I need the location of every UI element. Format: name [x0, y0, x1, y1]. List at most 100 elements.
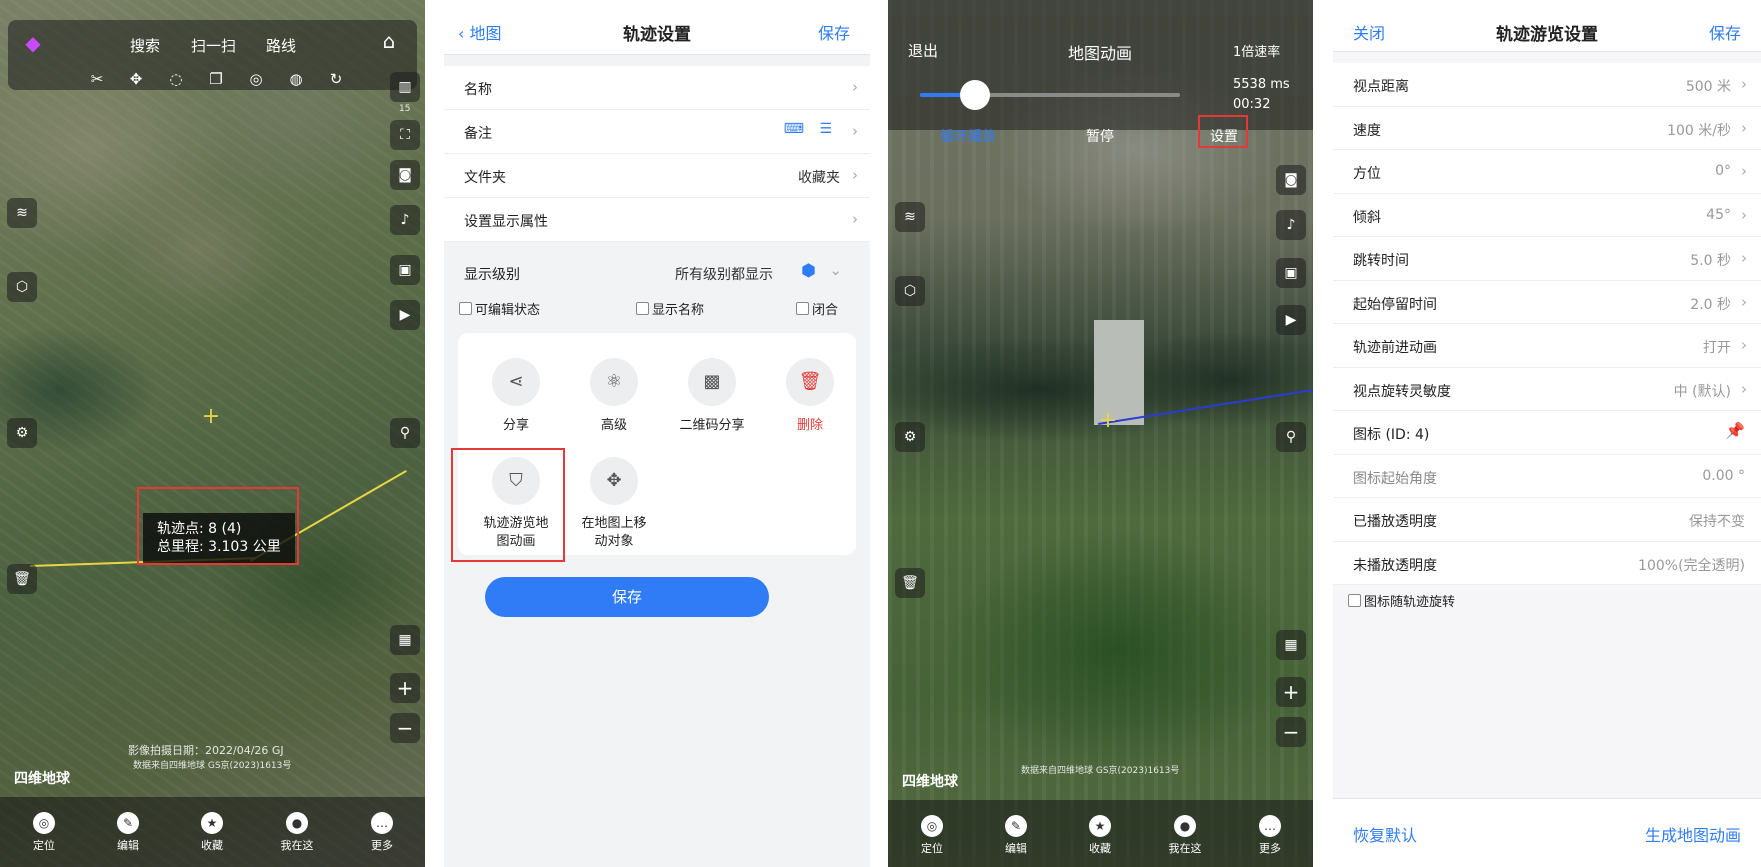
row-rotation-sensitivity[interactable]: 视点旋转灵敏度 中 (默认) ›	[1333, 367, 1761, 411]
redo-icon[interactable]: ↻	[325, 70, 347, 88]
row-icon-start-angle[interactable]: 图标起始角度 0.00 °	[1333, 454, 1761, 498]
video-icon[interactable]: ▶	[1276, 305, 1306, 335]
action-move-object[interactable]: ✥ 在地图上移 动对象	[566, 457, 662, 551]
nav-bar: ‹ 地图 轨迹设置 保存	[444, 0, 870, 55]
save-link[interactable]: 保存	[818, 20, 850, 44]
row-name[interactable]: 名称 ›	[444, 66, 870, 110]
row-folder[interactable]: 文件夹 收藏夹 ›	[444, 154, 870, 198]
map-mode-icon[interactable]: ▦	[390, 625, 420, 655]
action-delete[interactable]: 🗑 删除	[762, 358, 858, 433]
chevron-right-icon: ›	[1741, 162, 1747, 180]
nav-locate[interactable]: ◎ 定位	[902, 815, 962, 856]
mic-icon[interactable]: ♪	[1276, 210, 1306, 240]
copy-icon[interactable]: ❐	[205, 70, 227, 88]
move-icon[interactable]: ✥	[125, 70, 147, 88]
row-jump-time[interactable]: 跳转时间 5.0 秒 ›	[1333, 237, 1761, 281]
nav-edit[interactable]: ✎ 编辑	[986, 815, 1046, 856]
zoom-in-icon[interactable]: +	[1276, 677, 1306, 707]
mic-icon[interactable]: ♪	[390, 205, 420, 235]
zoom-in-icon[interactable]: +	[390, 673, 420, 703]
satellite-map[interactable]	[0, 0, 425, 867]
wifi-icon[interactable]: ≋	[7, 198, 37, 228]
loop-play-button[interactable]: 循环播放	[940, 126, 996, 146]
camera-icon[interactable]: ◙	[390, 160, 420, 190]
generate-animation-button[interactable]: 生成地图动画	[1645, 822, 1741, 846]
fullscreen-icon[interactable]: ⛶	[390, 120, 420, 150]
wifi-icon[interactable]: ≋	[895, 202, 925, 232]
row-tilt[interactable]: 倾斜 45° ›	[1333, 193, 1761, 237]
zoom-out-icon[interactable]: −	[390, 713, 420, 743]
row-speed[interactable]: 速度 100 米/秒 ›	[1333, 106, 1761, 150]
nav-here[interactable]: ● 我在这	[1155, 815, 1215, 856]
row-display-level[interactable]: 显示级别 所有级别都显示 ⬢ ⌄	[444, 251, 870, 295]
trash-icon[interactable]: 🗑	[895, 568, 925, 598]
note-icon[interactable]: ☰	[819, 121, 832, 137]
pause-button[interactable]: 暂停	[1086, 126, 1114, 146]
reset-default-button[interactable]: 恢复默认	[1353, 822, 1417, 846]
checkbox-show-name[interactable]: 显示名称	[636, 299, 704, 318]
action-share[interactable]: ⋖ 分享	[468, 358, 564, 433]
action-advanced[interactable]: ⚛ 高级	[566, 358, 662, 433]
pushpin-icon: 📌	[1725, 421, 1745, 440]
exit-button[interactable]: 退出	[908, 40, 938, 61]
map-mode-icon[interactable]: ▦	[1276, 630, 1306, 660]
tab-scan[interactable]: 扫一扫	[191, 35, 236, 56]
pin-icon: ●	[286, 812, 308, 834]
row-label: 方位	[1353, 166, 1381, 182]
checkbox-rotate-with-track[interactable]: 图标随轨迹旋转	[1348, 591, 1455, 610]
footer-bar: 恢复默认 生成地图动画	[1333, 798, 1761, 867]
row-bearing[interactable]: 方位 0° ›	[1333, 150, 1761, 194]
tab-route[interactable]: 路线	[266, 35, 296, 56]
layers-icon[interactable]: ▥	[390, 72, 420, 102]
scissors-icon[interactable]: ✂	[86, 70, 108, 88]
save-link[interactable]: 保存	[1709, 20, 1741, 44]
edit-point-icon[interactable]: ◌	[165, 70, 187, 88]
delete-point-icon[interactable]: ◎	[245, 70, 267, 88]
speed-button[interactable]: 1倍速率	[1233, 41, 1280, 60]
trash-icon[interactable]: 🗑	[7, 564, 37, 594]
nav-label: 我在这	[280, 839, 314, 852]
code-icon[interactable]: ⌨	[784, 121, 804, 137]
settings-icon[interactable]: ⚙	[7, 418, 37, 448]
chevron-right-icon: ›	[1741, 249, 1747, 267]
nav-edit[interactable]: ✎ 编辑	[98, 812, 158, 853]
checkbox-closed[interactable]: 闭合	[796, 299, 838, 318]
slider-knob[interactable]	[959, 80, 990, 110]
screenshot-icon[interactable]: ▣	[1276, 258, 1306, 288]
tab-search[interactable]: 搜索	[130, 35, 160, 56]
camera-icon[interactable]: ◙	[1276, 165, 1306, 195]
progress-slider[interactable]	[920, 80, 1180, 110]
save-button[interactable]: 保存	[485, 577, 769, 617]
row-label: 文件夹	[464, 170, 506, 186]
track-info-popup[interactable]: 轨迹点: 8 (4) 总里程: 3.103 公里	[143, 513, 295, 563]
nav-favorites[interactable]: ★ 收藏	[1070, 815, 1130, 856]
screenshot-icon[interactable]: ▣	[390, 255, 420, 285]
nav-more[interactable]: … 更多	[352, 812, 412, 853]
settings-icon[interactable]: ⚙	[895, 422, 925, 452]
chevron-right-icon: ›	[1741, 292, 1747, 311]
nav-locate[interactable]: ◎ 定位	[14, 812, 74, 853]
3d-box-icon[interactable]: ⬡	[895, 276, 925, 306]
row-icon[interactable]: 图标 (ID: 4) 📌	[1333, 411, 1761, 455]
row-start-pause[interactable]: 起始停留时间 2.0 秒 ›	[1333, 280, 1761, 324]
nav-here[interactable]: ● 我在这	[267, 812, 327, 853]
row-unplayed-opacity[interactable]: 未播放透明度 100%(完全透明)	[1333, 541, 1761, 585]
compass-icon[interactable]: ◍	[285, 70, 307, 88]
row-view-distance[interactable]: 视点距离 500 米 ›	[1333, 63, 1761, 107]
row-note[interactable]: 备注 ⌨ ☰ ›	[444, 110, 870, 154]
zoom-out-icon[interactable]: −	[1276, 717, 1306, 747]
nav-favorites[interactable]: ★ 收藏	[182, 812, 242, 853]
action-qr-share[interactable]: ▩ 二维码分享	[664, 358, 760, 433]
row-played-opacity[interactable]: 已播放透明度 保持不变	[1333, 498, 1761, 542]
row-forward-animation[interactable]: 轨迹前进动画 打开 ›	[1333, 324, 1761, 368]
3d-box-icon[interactable]: ⬡	[7, 272, 37, 302]
row-display-props[interactable]: 设置显示属性 ›	[444, 198, 870, 242]
location-pin-icon[interactable]: ⚲	[1276, 422, 1306, 452]
location-pin-icon[interactable]: ⚲	[390, 418, 420, 448]
app-logo-icon[interactable]: ◆	[22, 33, 44, 53]
home-icon[interactable]: ⌂	[378, 31, 400, 51]
video-icon[interactable]: ▶	[390, 300, 420, 330]
brand-logo: 四维地球	[902, 774, 958, 790]
nav-more[interactable]: … 更多	[1240, 815, 1300, 856]
checkbox-editable[interactable]: 可编辑状态	[459, 299, 540, 318]
